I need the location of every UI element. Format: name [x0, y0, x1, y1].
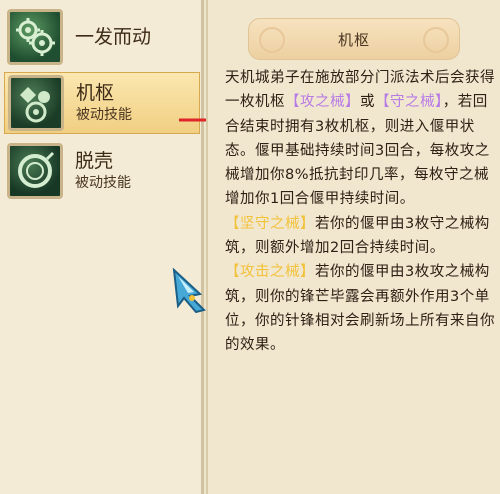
tag-attack-mechanism: 【攻之械】: [285, 94, 360, 111]
skill-title: 机枢: [337, 30, 370, 49]
skill-name: 机枢: [76, 82, 115, 104]
shell-ring-icon: [7, 143, 63, 199]
tag-defense-set: 【坚守之械】: [225, 215, 315, 232]
desc-text: 或: [360, 94, 375, 111]
decorative-curl-icon: [423, 27, 449, 53]
tag-attack-set: 【攻击之械】: [225, 264, 315, 281]
skill-type: 被动技能: [75, 175, 131, 191]
skill-title-banner: 机枢: [248, 18, 460, 60]
desc-text: ，若回合结束时拥有3枚机枢，则进入偃甲状态。偃甲基础持续时间3回合，每枚攻之械增…: [225, 94, 490, 208]
skill-description: 天机城弟子在施放部分门派法术后会获得一枚机枢【攻之械】或【守之械】，若回合结束时…: [225, 66, 497, 358]
gears-icon: [7, 9, 63, 65]
skill-type: 被动技能: [76, 107, 132, 123]
mechanism-icon: [8, 75, 64, 131]
skill-name: 一发而动: [75, 26, 152, 48]
skill-item-jishu[interactable]: 机枢 被动技能: [4, 72, 200, 134]
skill-detail-panel: 机枢 天机城弟子在施放部分门派法术后会获得一枚机枢【攻之械】或【守之械】，若回合…: [206, 0, 500, 494]
skill-list: 一发而动 机枢 被动技能 脱壳 被动技能: [0, 0, 222, 494]
decorative-curl-icon: [259, 27, 285, 53]
tag-defense-mechanism: 【守之械】: [375, 94, 443, 111]
skill-item-yifaerdong[interactable]: 一发而动: [4, 6, 200, 68]
skill-item-tuoqiao[interactable]: 脱壳 被动技能: [4, 140, 200, 202]
skill-name: 脱壳: [75, 150, 114, 172]
